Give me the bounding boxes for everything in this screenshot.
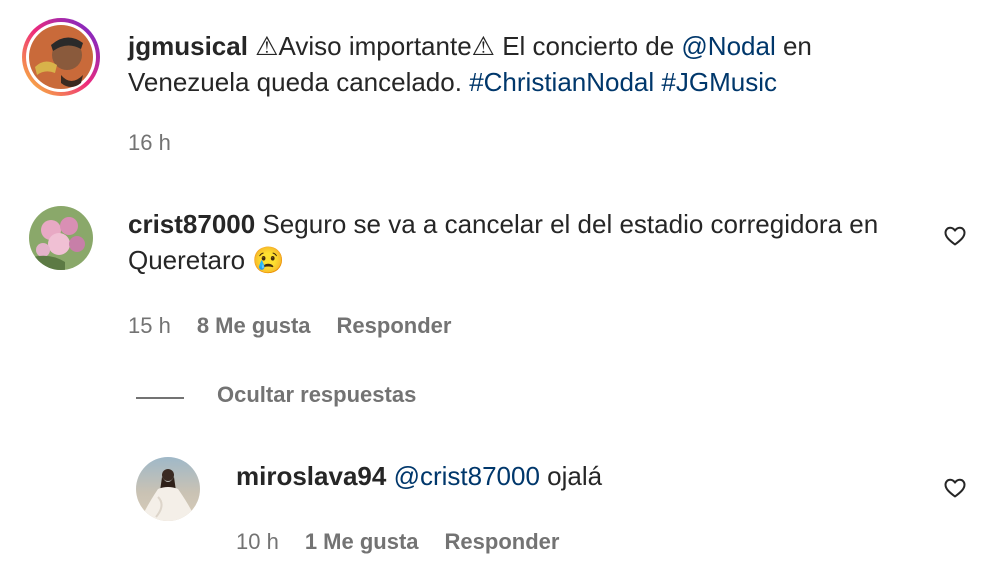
reply-text: ojalá <box>539 461 603 491</box>
comment-body: crist87000 Seguro se va a cancelar el de… <box>128 206 888 278</box>
avatar-image <box>29 206 93 270</box>
comment-likes-count[interactable]: 8 Me gusta <box>197 313 311 339</box>
avatar-image <box>136 457 200 521</box>
reply-body: miroslava94 @crist87000 ojalá <box>236 458 896 494</box>
reply-avatar[interactable] <box>136 457 200 521</box>
hide-replies-button[interactable]: Ocultar respuestas <box>217 382 416 408</box>
avatar-image <box>22 18 100 96</box>
reply-button[interactable]: Responder <box>337 313 452 339</box>
caption-text: El concierto de <box>494 31 682 61</box>
caption-notice: Aviso importante <box>278 31 472 61</box>
warning-icon: ⚠ <box>255 31 279 61</box>
hashtag-link[interactable]: #ChristianNodal <box>469 67 654 97</box>
reply-likes-count[interactable]: 1 Me gusta <box>305 529 419 555</box>
heart-outline-icon <box>944 226 966 246</box>
like-reply-button[interactable] <box>943 476 967 500</box>
reply-meta: 10 h 1 Me gusta Responder <box>236 529 559 555</box>
comment-timestamp[interactable]: 15 h <box>128 313 171 339</box>
warning-icon: ⚠ <box>471 31 495 61</box>
mention-link[interactable]: @Nodal <box>681 31 775 61</box>
hashtag-link[interactable]: #JGMusic <box>661 67 777 97</box>
comment-username[interactable]: crist87000 <box>128 209 255 239</box>
mention-link[interactable]: @crist87000 <box>394 461 540 491</box>
heart-outline-icon <box>944 478 966 498</box>
like-comment-button[interactable] <box>943 224 967 248</box>
comment-meta: 15 h 8 Me gusta Responder <box>128 313 451 339</box>
comment-avatar[interactable] <box>29 206 93 270</box>
replies-divider <box>136 397 184 399</box>
reply-button[interactable]: Responder <box>445 529 560 555</box>
post-meta: 16 h <box>128 130 171 156</box>
post-author-username[interactable]: jgmusical <box>128 31 248 61</box>
crying-face-emoji: 😢 <box>252 245 285 275</box>
reply-timestamp[interactable]: 10 h <box>236 529 279 555</box>
post-author-avatar[interactable] <box>21 17 101 97</box>
reply-username[interactable]: miroslava94 <box>236 461 386 491</box>
post-caption: jgmusical ⚠Aviso importante⚠ El conciert… <box>128 28 908 100</box>
post-timestamp[interactable]: 16 h <box>128 130 171 156</box>
